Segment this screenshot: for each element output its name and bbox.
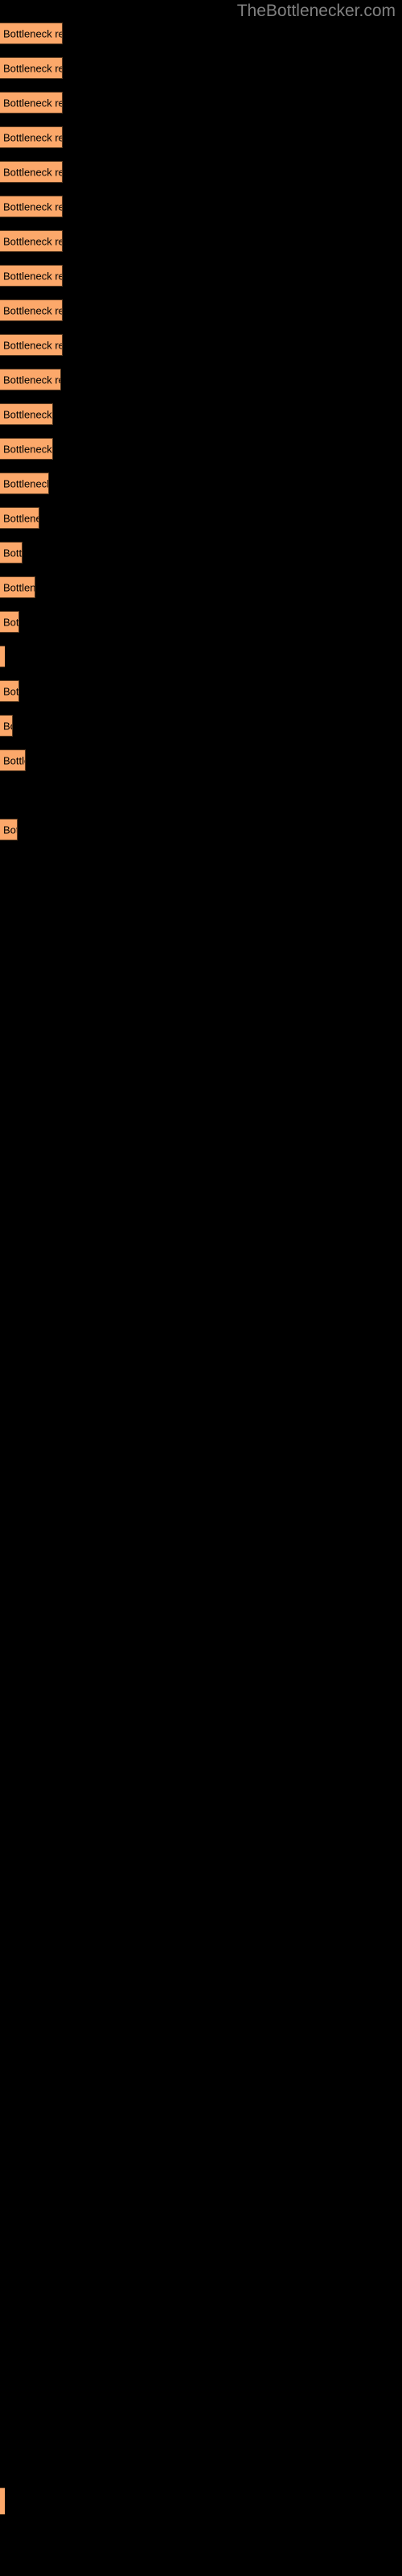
bar-label: Bottler: [3, 754, 25, 766]
bar-18: Bott: [0, 611, 19, 633]
bar-label: Bottleneck result: [3, 339, 62, 351]
bar-5: Bottleneck result: [0, 161, 63, 183]
bar-label: Bott: [3, 685, 19, 697]
bar-17: Bottlenec: [0, 576, 35, 598]
bar-label: Bot: [3, 824, 18, 836]
bar-20: Bott: [0, 680, 19, 702]
bar-15: Bottleneck: [0, 507, 39, 529]
bar-label: Bottle: [3, 547, 23, 559]
bar-label: Bottleneck result: [3, 304, 62, 316]
bar-19: [0, 646, 5, 667]
bar-label: Bott: [3, 616, 19, 628]
bar-series: Bottleneck result Bottleneck result Bottle…: [0, 0, 402, 2576]
bar-label: Bottlenec: [3, 581, 35, 593]
bar-2: Bottleneck result: [0, 57, 63, 79]
bar-9: Bottleneck result: [0, 299, 63, 321]
bar-3: Bottleneck result: [0, 92, 63, 114]
bar-12: Bottleneck resu: [0, 403, 53, 425]
bar-label: Bottleneck: [3, 512, 39, 524]
bar-label: Bottleneck result: [3, 131, 62, 143]
bar-4: Bottleneck result: [0, 126, 63, 148]
bar-8: Bottleneck result: [0, 265, 63, 287]
bar-label: Bottleneck result: [3, 62, 62, 74]
bar-label: Bottleneck resu: [3, 443, 52, 455]
bar-label: Bottleneck result: [3, 200, 62, 213]
bar-25: [0, 2487, 5, 2515]
bar-16: Bottle: [0, 542, 23, 564]
bar-10: Bottleneck result: [0, 334, 63, 356]
bar-22: Bottler: [0, 749, 26, 771]
bar-label: Bottleneck result: [3, 270, 62, 282]
bar-7: Bottleneck result: [0, 230, 63, 252]
bar-11: Bottleneck result: [0, 369, 61, 390]
bar-24: Bot: [0, 819, 18, 840]
bar-label: Bottleneck result: [3, 374, 60, 386]
bar-6: Bottleneck result: [0, 196, 63, 217]
bar-1: Bottleneck result: [0, 23, 63, 44]
bar-label: Bottleneck resu: [3, 408, 52, 420]
bar-label: Bo: [3, 720, 12, 732]
bar-21: Bo: [0, 715, 13, 737]
bar-label: Bottleneck result: [3, 235, 62, 247]
bar-label: Bottleneck result: [3, 97, 62, 109]
bar-13: Bottleneck resu: [0, 438, 53, 460]
bottleneck-chart: TheBottlenecker.com Bottleneck resultBot…: [0, 0, 402, 2576]
bar-label: Bottleneck rest: [3, 477, 49, 489]
bar-label: Bottleneck result: [3, 166, 62, 178]
bar-label: Bottleneck result: [3, 27, 62, 39]
bar-14: Bottleneck rest: [0, 473, 49, 494]
